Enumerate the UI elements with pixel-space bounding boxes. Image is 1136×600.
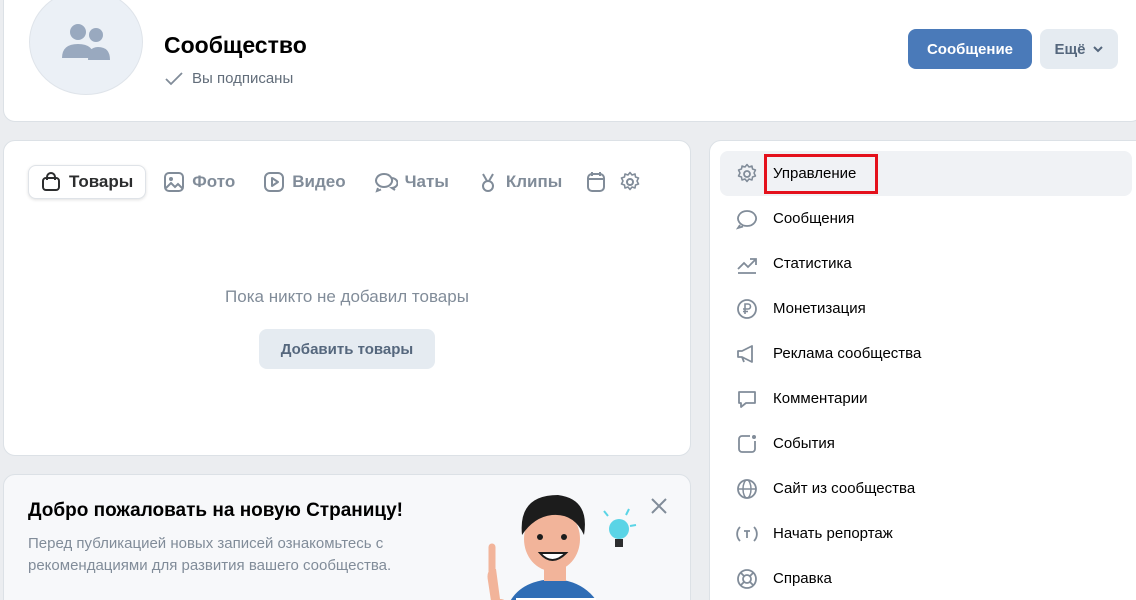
calendar-button[interactable]	[579, 165, 613, 199]
users-icon	[62, 24, 110, 60]
gear-icon	[737, 163, 757, 182]
community-avatar[interactable]	[29, 0, 143, 95]
side-menu-label: Реклама сообщества	[773, 345, 922, 362]
welcome-text: Перед публикацией новых записей ознакомь…	[28, 535, 392, 574]
more-button-label: Ещё	[1054, 40, 1086, 58]
ruble-icon	[737, 298, 757, 319]
close-icon[interactable]	[648, 495, 670, 517]
clips-icon	[481, 173, 494, 192]
side-menu-label: Монетизация	[773, 300, 866, 317]
side-menu-label: Статистика	[773, 255, 852, 272]
side-menu-list: Управление Сообщения Статистика Монетиза…	[720, 151, 1132, 600]
content-tabs: Товары Фото Видео Чаты Клипы	[28, 165, 647, 199]
help-lifebuoy-icon	[737, 568, 757, 589]
globe-icon	[737, 478, 757, 499]
checkmark-icon	[165, 71, 183, 85]
side-menu-item-statistics[interactable]: Статистика	[720, 241, 1132, 286]
tab-photo[interactable]: Фото	[152, 165, 246, 199]
tab-chats[interactable]: Чаты	[363, 165, 460, 199]
welcome-title: Добро пожаловать на новую Страницу!	[28, 500, 403, 521]
page-title: Сообщество	[164, 32, 307, 58]
comment-icon	[738, 390, 756, 408]
subscription-status-label: Вы подписаны	[192, 70, 294, 87]
subscription-status[interactable]: Вы подписаны	[164, 70, 293, 87]
community-header: Сообщество Вы подписаны Сообщение Ещё	[3, 0, 1136, 122]
empty-goods-text: Пока никто не добавил товары	[225, 287, 469, 306]
side-menu-item-help[interactable]: Справка	[720, 556, 1132, 600]
chats-icon	[374, 173, 398, 193]
side-menu-item-broadcast[interactable]: Начать репортаж	[720, 511, 1132, 556]
tab-video[interactable]: Видео	[252, 165, 356, 199]
megaphone-icon	[737, 344, 753, 363]
trend-icon	[737, 257, 757, 274]
side-menu-label: Справка	[773, 570, 832, 587]
side-menu-label: Сообщения	[773, 210, 855, 227]
highlight-box	[764, 154, 878, 194]
chevron-down-icon	[1092, 46, 1103, 53]
community-management-menu: Управление Сообщения Статистика Монетиза…	[709, 140, 1136, 600]
tab-label: Видео	[292, 172, 346, 191]
calendar-icon	[587, 172, 606, 192]
content-tabs-card: Товары Фото Видео Чаты Клипы Пока никто …	[3, 140, 691, 456]
side-menu-item-advertising[interactable]: Реклама сообщества	[720, 331, 1132, 376]
tab-goods[interactable]: Товары	[28, 165, 147, 199]
side-menu-item-website[interactable]: Сайт из сообщества	[720, 466, 1132, 511]
tab-label: Фото	[192, 172, 236, 191]
tab-clips[interactable]: Клипы	[466, 165, 573, 199]
side-menu-label: Начать репортаж	[773, 525, 893, 542]
tab-label: Чаты	[404, 172, 449, 191]
side-menu-item-comments[interactable]: Комментарии	[720, 376, 1132, 421]
video-icon	[264, 172, 285, 192]
side-menu-label: Комментарии	[773, 390, 868, 407]
side-menu-item-events[interactable]: События	[720, 421, 1132, 466]
bag-icon	[42, 172, 60, 191]
message-button[interactable]: Сообщение	[908, 29, 1032, 69]
tab-label: Клипы	[505, 172, 563, 191]
side-menu-item-monetization[interactable]: Монетизация	[720, 286, 1132, 331]
tab-label: Товары	[69, 172, 134, 191]
side-menu-label: Сайт из сообщества	[773, 480, 916, 497]
welcome-banner: Добро пожаловать на новую Страницу! Пере…	[3, 474, 691, 600]
add-goods-button[interactable]: Добавить товары	[259, 329, 435, 369]
tabs-settings-button[interactable]	[613, 165, 647, 199]
more-button[interactable]: Ещё	[1040, 29, 1118, 69]
side-menu-item-management[interactable]: Управление	[720, 151, 1132, 196]
side-menu-label: События	[773, 435, 835, 452]
side-menu-item-messages[interactable]: Сообщения	[720, 196, 1132, 241]
photo-icon	[164, 172, 185, 192]
message-bubble-icon	[736, 209, 757, 230]
event-icon	[738, 434, 756, 453]
welcome-illustration	[487, 495, 637, 600]
gear-icon	[620, 171, 640, 191]
broadcast-icon	[736, 525, 758, 542]
